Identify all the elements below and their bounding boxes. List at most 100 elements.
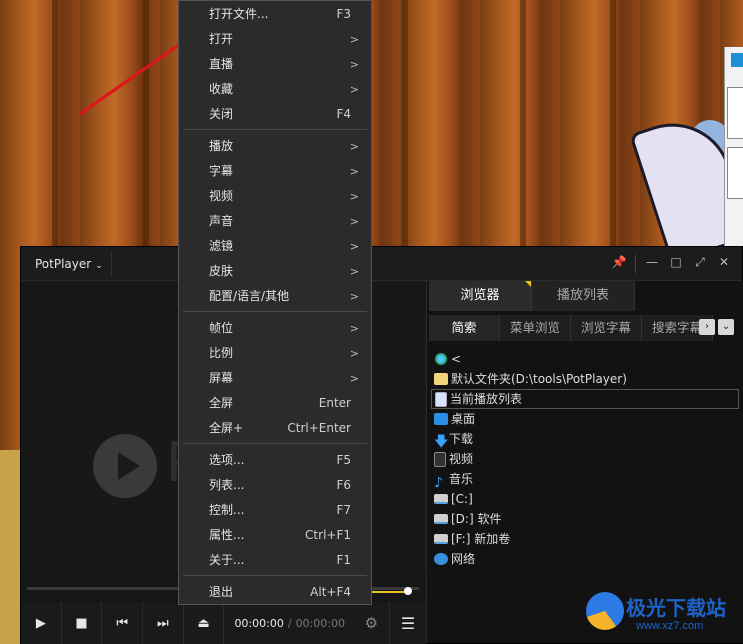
list-item[interactable]: 网络 bbox=[431, 549, 739, 569]
list-item-label: 下载 bbox=[449, 432, 474, 446]
chevron-right-icon[interactable]: › bbox=[699, 319, 715, 335]
title-bar: PotPlayer ⌄ 📌 — □ ⤢ ✕ bbox=[21, 247, 742, 281]
menu-item-frame[interactable]: 帧位 > bbox=[179, 316, 371, 341]
watermark-logo-icon bbox=[586, 592, 624, 630]
submenu-arrow-icon: > bbox=[349, 322, 359, 335]
menu-item-control[interactable]: 控制... F7 bbox=[179, 498, 371, 523]
menu-item-properties[interactable]: 属性... Ctrl+F1 bbox=[179, 523, 371, 548]
minimize-button[interactable]: — bbox=[640, 255, 664, 273]
eject-button[interactable]: ⏏ bbox=[184, 602, 225, 644]
playlist-toggle-button[interactable]: ☰ bbox=[389, 602, 426, 644]
list-item-label: [F:] 新加卷 bbox=[451, 532, 511, 546]
subtab-browse-subtitles[interactable]: 浏览字幕 bbox=[571, 315, 642, 341]
playlist-icon bbox=[435, 391, 447, 407]
menu-item-screen[interactable]: 屏幕 > bbox=[179, 366, 371, 391]
stop-button[interactable]: ■ bbox=[62, 602, 103, 644]
menu-shortcut: F3 bbox=[336, 7, 351, 21]
list-item-label: [D:] 软件 bbox=[451, 512, 502, 526]
wood-grain bbox=[402, 0, 408, 250]
menu-item-label: 配置/语言/其他 bbox=[209, 289, 290, 303]
subtab-menu-browse[interactable]: 菜单浏览 bbox=[500, 315, 571, 341]
menu-shortcut: F6 bbox=[336, 478, 351, 492]
menu-item-live[interactable]: 直播 > bbox=[179, 52, 371, 77]
menu-item-video[interactable]: 视频 > bbox=[179, 184, 371, 209]
volume-knob[interactable] bbox=[404, 587, 412, 595]
menu-item-filters[interactable]: 滤镜 > bbox=[179, 234, 371, 259]
music-icon: ♪ bbox=[434, 475, 443, 491]
menu-item-list[interactable]: 列表... F6 bbox=[179, 473, 371, 498]
total-time: 00:00:00 bbox=[295, 616, 345, 630]
potplayer-menu-button[interactable]: PotPlayer ⌄ bbox=[27, 253, 111, 275]
previous-button[interactable]: ⏮ bbox=[102, 602, 144, 644]
settings-button[interactable]: ⚙ bbox=[354, 602, 390, 644]
list-item[interactable]: 视频 bbox=[431, 449, 739, 469]
submenu-arrow-icon: > bbox=[349, 290, 359, 303]
list-item[interactable]: [D:] 软件 bbox=[431, 509, 739, 529]
menu-item-audio[interactable]: 声音 > bbox=[179, 209, 371, 234]
menu-item-label: 帧位 bbox=[209, 321, 234, 335]
menu-shortcut: Ctrl+Enter bbox=[287, 421, 351, 435]
menu-item-about[interactable]: 关于... F1 bbox=[179, 548, 371, 573]
potplayer-window: PotPlayer⌄ 📌 — □ ⤢ ✕ P ▶ ■ ⏮ ⏭ ⏏ 00:00:0… bbox=[20, 246, 743, 644]
list-item-label: 视频 bbox=[449, 452, 474, 466]
list-item[interactable]: 桌面 bbox=[431, 409, 739, 429]
list-item[interactable]: 默认文件夹(D:\tools\PotPlayer) bbox=[431, 369, 739, 389]
tab-playlist[interactable]: 播放列表 bbox=[532, 281, 635, 311]
menu-shortcut: F1 bbox=[336, 553, 351, 567]
time-separator: / bbox=[287, 616, 292, 630]
menu-shortcut: F4 bbox=[336, 107, 351, 121]
menu-item-label: 屏幕 bbox=[209, 371, 234, 385]
play-icon[interactable] bbox=[93, 434, 157, 498]
menu-item-close[interactable]: 关闭 F4 bbox=[179, 102, 371, 127]
tab-browser[interactable]: 浏览器 bbox=[429, 281, 532, 311]
menu-item-playback[interactable]: 播放 > bbox=[179, 134, 371, 159]
menu-item-config[interactable]: 配置/语言/其他 > bbox=[179, 284, 371, 309]
menu-shortcut: F5 bbox=[336, 453, 351, 467]
menu-item-skins[interactable]: 皮肤 > bbox=[179, 259, 371, 284]
menu-item-label: 退出 bbox=[209, 585, 234, 599]
menu-item-subtitles[interactable]: 字幕 > bbox=[179, 159, 371, 184]
browser-panel: 浏览器 播放列表 简索 菜单浏览 浏览字幕 搜索字幕 › ⌄ < 默认文件夹(D… bbox=[426, 281, 743, 643]
menu-item-open[interactable]: 打开 > bbox=[179, 27, 371, 52]
menu-item-open-file[interactable]: 打开文件... F3 bbox=[179, 2, 371, 27]
submenu-arrow-icon: > bbox=[349, 265, 359, 278]
drive-icon bbox=[434, 494, 448, 504]
menu-item-label: 滤镜 bbox=[209, 239, 234, 253]
list-item-label: [C:] bbox=[451, 492, 473, 506]
list-item[interactable]: 当前播放列表 bbox=[431, 389, 739, 409]
list-item[interactable]: [C:] bbox=[431, 489, 739, 509]
submenu-arrow-icon: > bbox=[349, 190, 359, 203]
background-window-field bbox=[727, 147, 743, 199]
subtab-index[interactable]: 简索 bbox=[429, 315, 500, 341]
app-logo-icon bbox=[731, 53, 743, 67]
menu-item-options[interactable]: 选项... F5 bbox=[179, 448, 371, 473]
list-item[interactable]: [F:] 新加卷 bbox=[431, 529, 739, 549]
browser-subtabs: 简索 菜单浏览 浏览字幕 搜索字幕 bbox=[429, 315, 713, 341]
menu-item-ratio[interactable]: 比例 > bbox=[179, 341, 371, 366]
list-item[interactable]: < bbox=[431, 349, 739, 369]
menu-item-favorites[interactable]: 收藏 > bbox=[179, 77, 371, 102]
close-button[interactable]: ✕ bbox=[712, 255, 736, 273]
background-window-field bbox=[727, 87, 743, 139]
wood-grain bbox=[143, 0, 149, 250]
list-item[interactable]: ♪ 音乐 bbox=[431, 469, 739, 491]
next-button[interactable]: ⏭ bbox=[143, 602, 184, 644]
gear-icon: ⚙ bbox=[364, 614, 379, 632]
play-button[interactable]: ▶ bbox=[21, 602, 62, 644]
list-item[interactable]: 下载 bbox=[431, 429, 739, 449]
list-item-label: < bbox=[451, 352, 462, 366]
panel-tabs: 浏览器 播放列表 bbox=[429, 281, 635, 311]
chevron-down-icon[interactable]: ⌄ bbox=[718, 319, 734, 335]
desktop-icon bbox=[434, 413, 448, 425]
menu-item-fullscreen-plus[interactable]: 全屏+ Ctrl+Enter bbox=[179, 416, 371, 441]
divider bbox=[635, 255, 636, 273]
menu-separator bbox=[183, 443, 367, 444]
watermark-url: www.xz7.com bbox=[636, 620, 704, 632]
maximize-button[interactable]: □ bbox=[664, 255, 688, 273]
pin-icon[interactable]: 📌 bbox=[607, 255, 631, 273]
menu-item-exit[interactable]: 退出 Alt+F4 bbox=[179, 580, 371, 605]
stop-icon: ■ bbox=[75, 615, 88, 631]
menu-item-fullscreen[interactable]: 全屏 Enter bbox=[179, 391, 371, 416]
fullscreen-button[interactable]: ⤢ bbox=[688, 255, 712, 273]
submenu-arrow-icon: > bbox=[349, 33, 359, 46]
